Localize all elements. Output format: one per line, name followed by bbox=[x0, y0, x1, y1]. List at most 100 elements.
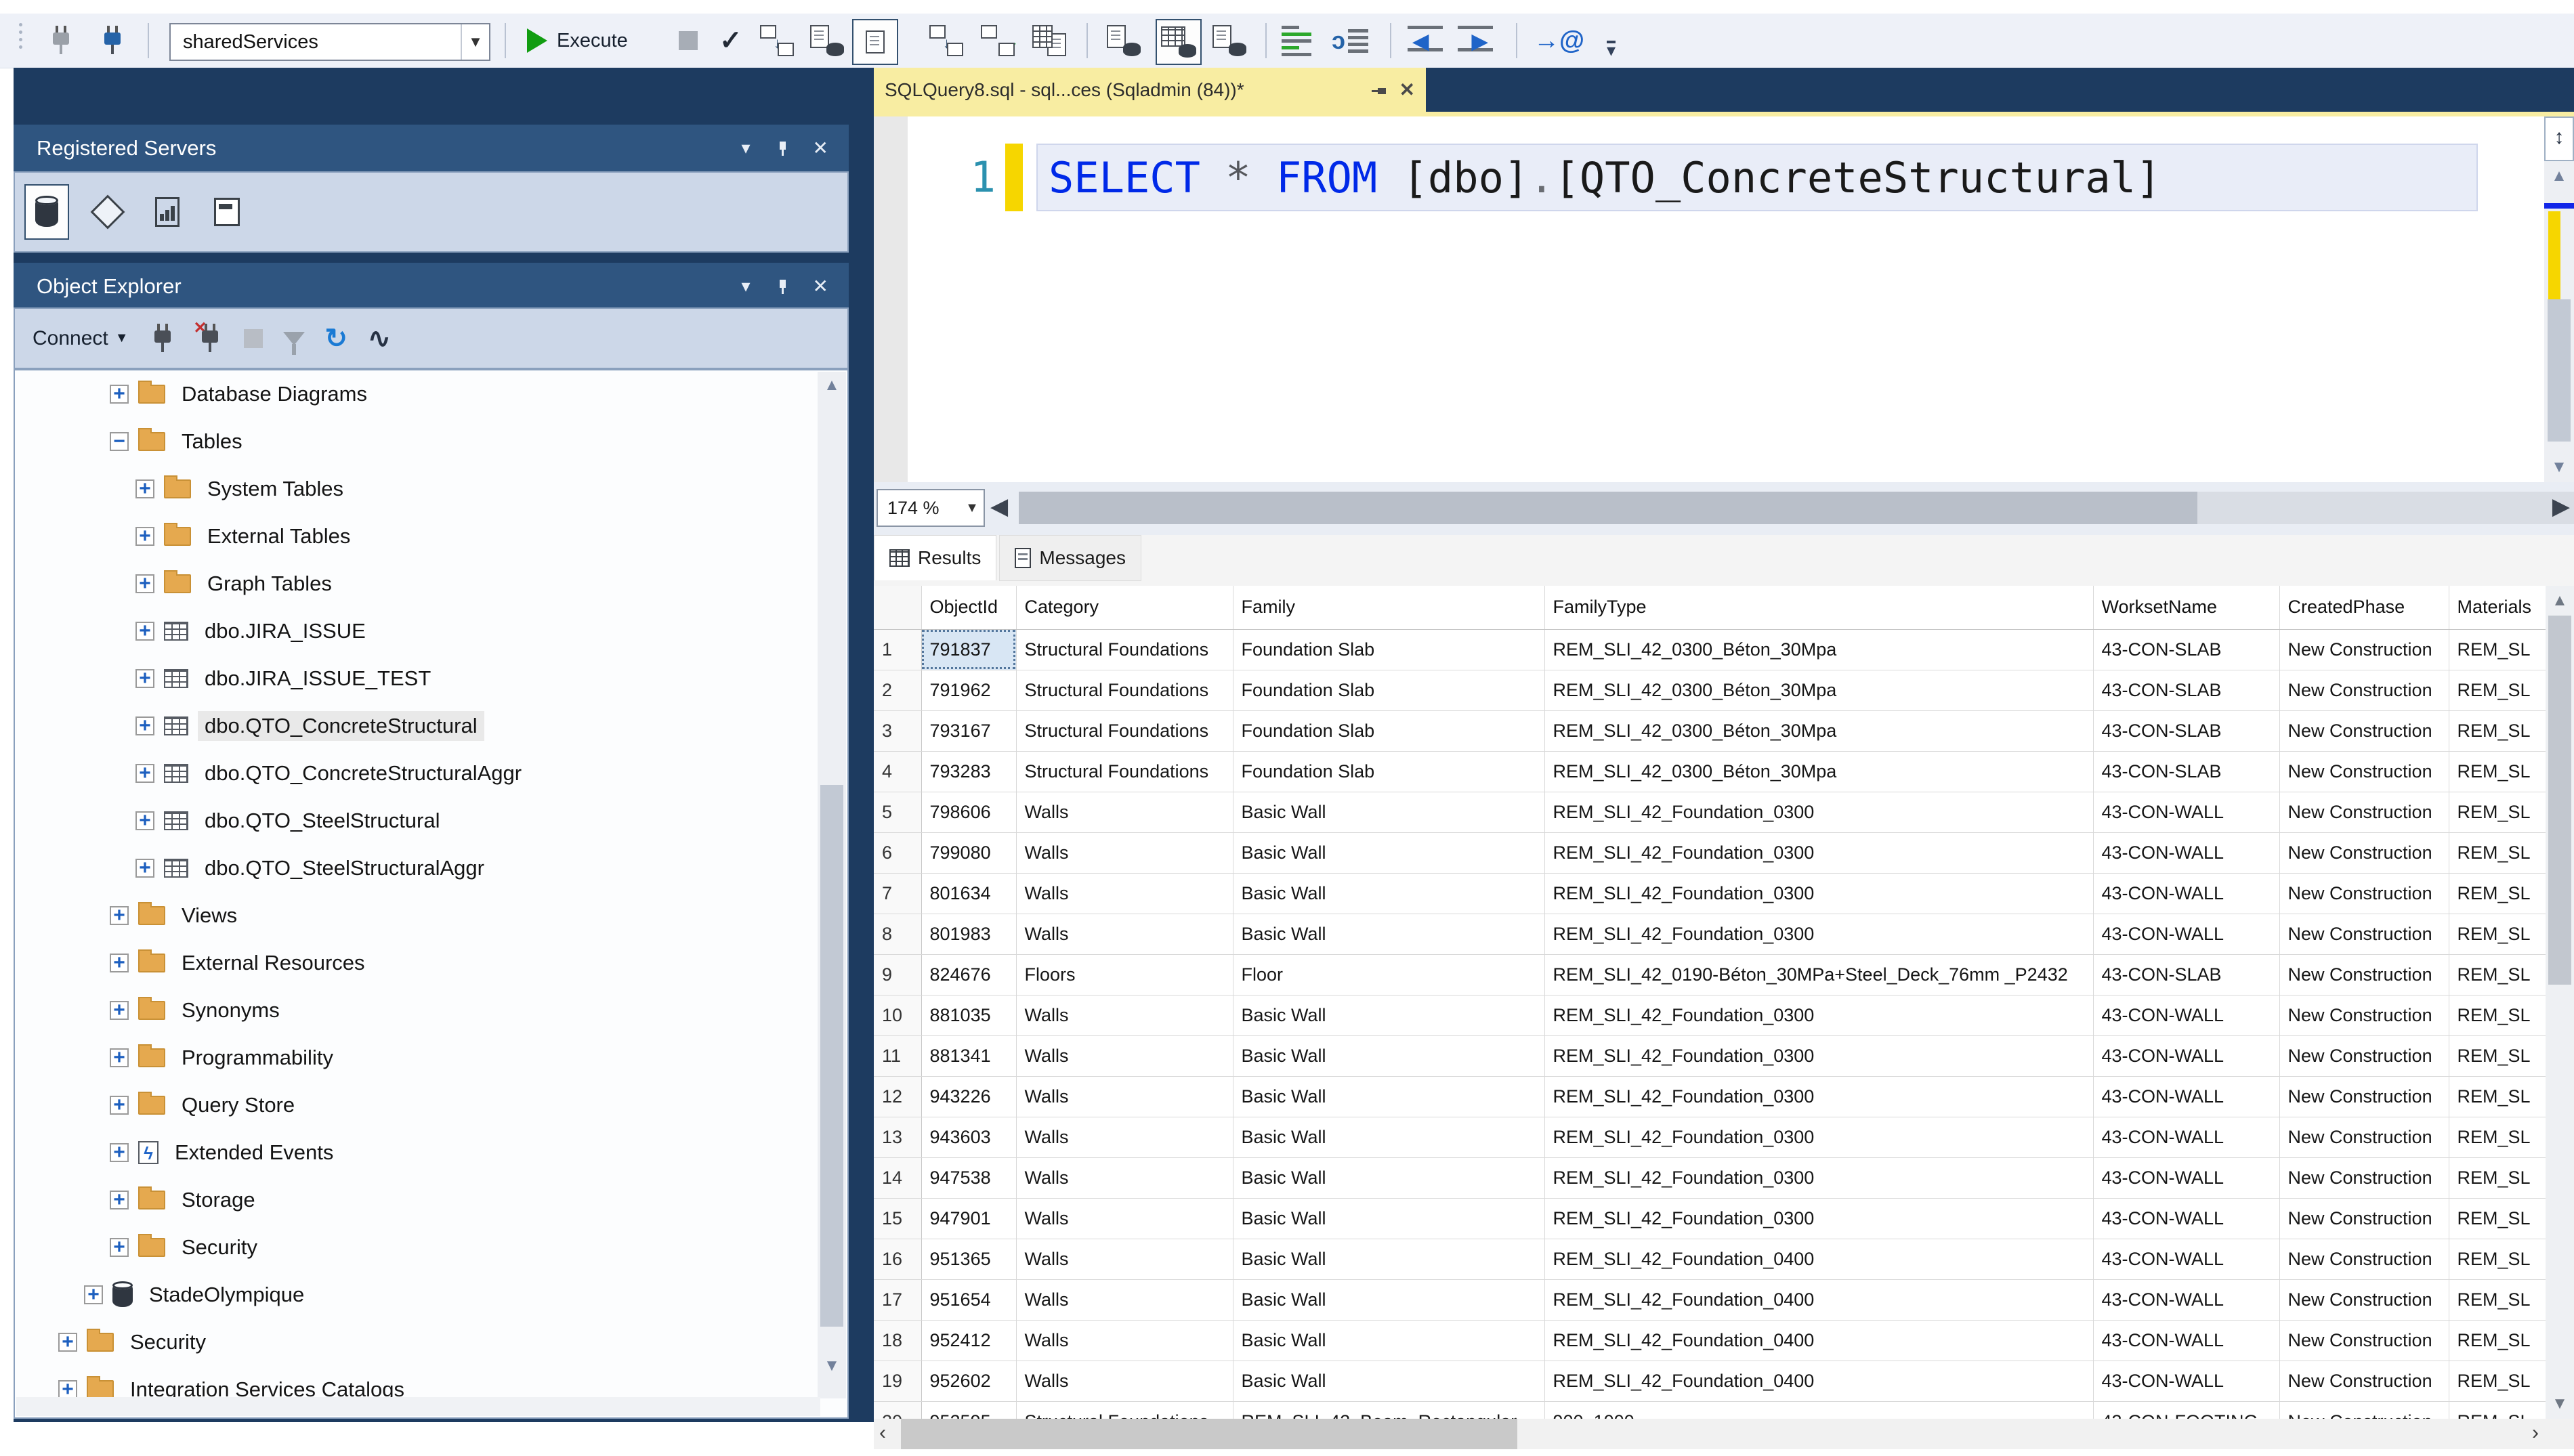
grid-cell[interactable]: REM_SL bbox=[2449, 1279, 2546, 1320]
parse-icon[interactable]: ✓ bbox=[719, 23, 742, 58]
scrollbar-thumb[interactable] bbox=[1019, 492, 2197, 524]
grid-cell[interactable]: Walls bbox=[1016, 832, 1233, 873]
grid-cell[interactable]: REM_SLI_42_Foundation_0400 bbox=[1544, 1320, 2093, 1361]
grid-cell[interactable]: Structural Foundations bbox=[1016, 751, 1233, 792]
tree-item[interactable]: +External Tables bbox=[15, 513, 847, 560]
grid-cell[interactable]: REM_SLI_42_Foundation_0400 bbox=[1544, 1239, 2093, 1279]
expand-icon[interactable]: + bbox=[110, 1143, 129, 1162]
tree-item[interactable]: +External Resources bbox=[15, 939, 847, 987]
grid-cell[interactable]: REM_SL bbox=[2449, 1239, 2546, 1279]
grid-cell[interactable]: REM_SLI_42_Foundation_0300 bbox=[1544, 995, 2093, 1035]
row-number[interactable]: 13 bbox=[874, 1117, 921, 1157]
grid-cell[interactable]: Floors bbox=[1016, 954, 1233, 995]
grid-cell[interactable]: REM_SLI_42_Foundation_0300 bbox=[1544, 1157, 2093, 1198]
grid-cell[interactable]: 951365 bbox=[921, 1239, 1016, 1279]
estimated-plan-icon[interactable]: ↓ bbox=[760, 23, 794, 58]
grid-cell[interactable]: New Construction bbox=[2279, 751, 2449, 792]
scroll-up-icon[interactable]: ▲ bbox=[2544, 167, 2574, 186]
live-query-stats-icon[interactable]: ✓ bbox=[981, 23, 1015, 58]
grid-cell[interactable]: New Construction bbox=[2279, 914, 2449, 954]
row-number[interactable]: 18 bbox=[874, 1320, 921, 1361]
close-icon[interactable]: ✕ bbox=[813, 139, 828, 158]
execute-button[interactable]: Execute bbox=[527, 23, 628, 58]
expand-icon[interactable]: + bbox=[110, 1096, 129, 1115]
grid-cell[interactable]: REM_SLI_42_Foundation_0300 bbox=[1544, 792, 2093, 832]
grid-cell[interactable]: REM_SLI_42_Foundation_0300 bbox=[1544, 1076, 2093, 1117]
scroll-down-icon[interactable]: ▼ bbox=[818, 1356, 846, 1375]
row-number[interactable]: 2 bbox=[874, 670, 921, 710]
grid-cell[interactable]: New Construction bbox=[2279, 1401, 2449, 1419]
grid-cell[interactable]: Structural Foundations bbox=[1016, 629, 1233, 670]
row-number[interactable]: 16 bbox=[874, 1239, 921, 1279]
toolbar-overflow-icon[interactable]: ▾ bbox=[1607, 31, 1616, 66]
scroll-right-icon[interactable]: › bbox=[2532, 1421, 2539, 1444]
grid-cell[interactable]: Basic Wall bbox=[1233, 1239, 1544, 1279]
tree-item[interactable]: +dbo.QTO_ConcreteStructuralAggr bbox=[15, 750, 847, 797]
sql-code-line[interactable]: SELECT * FROM [dbo].[QTO_ConcreteStructu… bbox=[1038, 153, 2161, 202]
grid-cell[interactable]: 793283 bbox=[921, 751, 1016, 792]
row-number[interactable]: 8 bbox=[874, 914, 921, 954]
scroll-right-icon[interactable]: ▶ bbox=[2552, 493, 2570, 520]
row-number[interactable]: 3 bbox=[874, 710, 921, 751]
grid-cell[interactable]: Basic Wall bbox=[1233, 995, 1544, 1035]
grid-cell[interactable]: New Construction bbox=[2279, 1117, 2449, 1157]
tree-item[interactable]: +Storage bbox=[15, 1176, 847, 1224]
grid-cell[interactable]: New Construction bbox=[2279, 1239, 2449, 1279]
results-to-text-icon[interactable] bbox=[1107, 23, 1141, 58]
expand-icon[interactable]: + bbox=[135, 479, 154, 498]
grid-cell[interactable]: New Construction bbox=[2279, 1279, 2449, 1320]
row-number[interactable]: 14 bbox=[874, 1157, 921, 1198]
tree-item[interactable]: −Tables bbox=[15, 418, 847, 465]
grid-cell[interactable]: 43-CON-FOOTING bbox=[2093, 1401, 2279, 1419]
grid-cell[interactable]: REM_SLI_42_Foundation_0300 bbox=[1544, 1198, 2093, 1239]
tab-messages[interactable]: Messages bbox=[999, 535, 1141, 581]
tab-results[interactable]: Results bbox=[874, 535, 996, 580]
grid-cell[interactable]: Foundation Slab bbox=[1233, 710, 1544, 751]
grid-cell[interactable]: New Construction bbox=[2279, 995, 2449, 1035]
row-number[interactable]: 10 bbox=[874, 995, 921, 1035]
grid-cell[interactable]: 799080 bbox=[921, 832, 1016, 873]
grid-cell[interactable]: 43-CON-SLAB bbox=[2093, 954, 2279, 995]
tree-item[interactable]: +dbo.QTO_SteelStructural bbox=[15, 797, 847, 844]
tree-item[interactable]: +StadeOlympique bbox=[15, 1271, 847, 1319]
tree-vertical-scrollbar[interactable]: ▲ ▼ bbox=[818, 372, 846, 1398]
query-options-icon[interactable] bbox=[810, 23, 844, 58]
results-to-grid-icon[interactable] bbox=[1156, 19, 1202, 65]
grid-cell[interactable]: 900_1000 bbox=[1544, 1401, 2093, 1419]
grid-cell[interactable]: New Construction bbox=[2279, 832, 2449, 873]
tree-item[interactable]: +dbo.JIRA_ISSUE_TEST bbox=[15, 655, 847, 702]
grid-cell[interactable]: 43-CON-WALL bbox=[2093, 1035, 2279, 1076]
expand-icon[interactable]: + bbox=[110, 1001, 129, 1020]
grid-cell[interactable]: REM_SLI_42_Foundation_0400 bbox=[1544, 1279, 2093, 1320]
grid-cell[interactable]: New Construction bbox=[2279, 1320, 2449, 1361]
pin-icon[interactable] bbox=[1371, 82, 1387, 98]
expand-icon[interactable]: + bbox=[135, 764, 154, 783]
grid-cell[interactable]: 43-CON-WALL bbox=[2093, 1157, 2279, 1198]
increase-indent-icon[interactable]: ▶ bbox=[1458, 23, 1493, 58]
grid-cell[interactable]: Basic Wall bbox=[1233, 1361, 1544, 1401]
grid-cell[interactable]: 43-CON-SLAB bbox=[2093, 629, 2279, 670]
grid-cell[interactable]: REM_SLI_42_Foundation_0400 bbox=[1544, 1361, 2093, 1401]
change-connection-icon[interactable] bbox=[99, 23, 126, 58]
column-header-category[interactable]: Category bbox=[1016, 586, 1233, 629]
expand-icon[interactable]: + bbox=[135, 527, 154, 546]
grid-cell[interactable]: REM_SLI_42_Foundation_0300 bbox=[1544, 1117, 2093, 1157]
column-header-familytype[interactable]: FamilyType bbox=[1544, 586, 2093, 629]
grid-cell[interactable]: New Construction bbox=[2279, 873, 2449, 914]
grid-cell[interactable]: 43-CON-WALL bbox=[2093, 792, 2279, 832]
window-position-icon[interactable]: ▾ bbox=[741, 276, 750, 297]
pin-icon[interactable] bbox=[774, 140, 790, 156]
column-header-createdphase[interactable]: CreatedPhase bbox=[2279, 586, 2449, 629]
grid-cell[interactable]: 801634 bbox=[921, 873, 1016, 914]
scrollbar-thumb[interactable] bbox=[2548, 299, 2571, 442]
grid-cell[interactable]: 943226 bbox=[921, 1076, 1016, 1117]
window-position-icon[interactable]: ▾ bbox=[741, 137, 750, 158]
document-tab[interactable]: SQLQuery8.sql - sql...ces (Sqladmin (84)… bbox=[874, 68, 1426, 112]
expand-icon[interactable]: + bbox=[135, 716, 154, 735]
grid-cell[interactable]: REM_SL bbox=[2449, 1320, 2546, 1361]
tree-item[interactable]: +Synonyms bbox=[15, 987, 847, 1034]
integration-services-icon[interactable] bbox=[206, 186, 248, 238]
tree-item[interactable]: +dbo.QTO_ConcreteStructural bbox=[15, 702, 847, 750]
grid-cell[interactable]: Floor bbox=[1233, 954, 1544, 995]
grid-cell[interactable]: 793167 bbox=[921, 710, 1016, 751]
